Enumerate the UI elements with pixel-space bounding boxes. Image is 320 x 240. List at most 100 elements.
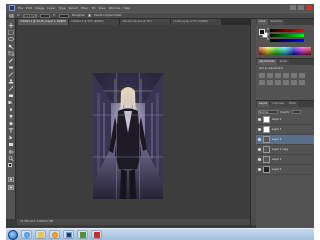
- menu-filter[interactable]: Filter: [81, 4, 88, 12]
- hand-tool-icon[interactable]: [8, 149, 14, 154]
- dodge-tool-icon[interactable]: [8, 114, 14, 119]
- pen-tool-icon[interactable]: [8, 121, 14, 126]
- clone-stamp-tool-icon[interactable]: [8, 79, 14, 84]
- document-canvas[interactable]: [93, 73, 163, 199]
- layer-name: Layer 2: [272, 138, 282, 141]
- delete-cropped-checkbox[interactable]: [88, 14, 92, 17]
- foreground-background-colors[interactable]: [8, 163, 15, 170]
- healing-brush-tool-icon[interactable]: [8, 65, 14, 70]
- exposure-icon[interactable]: [283, 73, 289, 78]
- levels-icon[interactable]: [267, 73, 273, 78]
- straighten-label[interactable]: Straighten: [72, 14, 85, 17]
- blur-tool-icon[interactable]: [8, 107, 14, 112]
- quick-select-tool-icon[interactable]: [8, 44, 14, 49]
- move-tool-icon[interactable]: [8, 23, 14, 28]
- color-balance-icon[interactable]: [259, 80, 265, 85]
- minimize-button[interactable]: [290, 5, 296, 10]
- brush-tool-icon[interactable]: [8, 72, 14, 77]
- layer-row[interactable]: Layer 4: [256, 115, 314, 125]
- vibrance-icon[interactable]: [291, 73, 297, 78]
- layer-thumbnail: [263, 126, 270, 133]
- visibility-eye-icon[interactable]: [258, 138, 261, 141]
- black-white-icon[interactable]: [267, 80, 273, 85]
- ratio-select[interactable]: 1 x 1 inches: [23, 13, 38, 18]
- hue-saturation-icon[interactable]: [299, 73, 305, 78]
- crop-tool-icon[interactable]: [8, 51, 14, 56]
- width-field[interactable]: [40, 13, 51, 18]
- layers-panel-tabs: Layers Channels Paths: [256, 101, 314, 107]
- history-brush-tool-icon[interactable]: [8, 86, 14, 91]
- menu-window[interactable]: Window: [109, 4, 121, 12]
- layer-row[interactable]: Layer 2: [256, 135, 314, 145]
- layer-row[interactable]: Layer 1: [256, 155, 314, 165]
- menu-view[interactable]: View: [98, 4, 105, 12]
- adjustments-panel: Add an adjustment: [256, 65, 314, 101]
- internet-explorer-icon: [23, 231, 30, 238]
- windows-start-button[interactable]: [8, 229, 18, 240]
- curves-icon[interactable]: [275, 73, 281, 78]
- taskbar-app-5[interactable]: [77, 230, 88, 239]
- shape-tool-icon[interactable]: [8, 142, 14, 147]
- layer-thumbnail: [263, 156, 270, 163]
- visibility-eye-icon[interactable]: [258, 118, 261, 121]
- green-slider[interactable]: [270, 34, 304, 37]
- menu-edit[interactable]: Edit: [26, 4, 32, 12]
- menu-file[interactable]: File: [18, 4, 23, 12]
- layer-name: Layer 3: [272, 128, 282, 131]
- eraser-tool-icon[interactable]: [8, 93, 14, 98]
- color-spectrum[interactable]: [259, 47, 311, 55]
- app-icon: [79, 231, 86, 238]
- brightness-contrast-icon[interactable]: [259, 73, 265, 78]
- channel-mixer-icon[interactable]: [283, 80, 289, 85]
- crop-tool-preset-icon[interactable]: [9, 13, 14, 18]
- visibility-eye-icon[interactable]: [258, 168, 261, 171]
- menu-type[interactable]: Type: [59, 4, 66, 12]
- layer-thumbnail: [263, 136, 270, 143]
- path-selection-tool-icon[interactable]: [8, 135, 14, 140]
- layer-row[interactable]: Layer 0: [256, 165, 314, 175]
- tab-paths[interactable]: Paths: [286, 101, 298, 107]
- color-panel-foreground-swatch[interactable]: [259, 29, 265, 35]
- gradient-tool-icon[interactable]: [8, 100, 14, 105]
- menu-image[interactable]: Image: [35, 4, 44, 12]
- screen-mode-icon[interactable]: [8, 185, 14, 190]
- lasso-tool-icon[interactable]: [8, 37, 14, 42]
- taskbar-photoshop[interactable]: [63, 230, 74, 239]
- taskbar-media-player[interactable]: [49, 230, 60, 239]
- blue-slider[interactable]: [270, 39, 304, 42]
- opacity-field[interactable]: [292, 110, 302, 114]
- taskbar-app-6[interactable]: [91, 230, 102, 239]
- marquee-tool-icon[interactable]: [8, 30, 14, 35]
- close-button[interactable]: [306, 5, 312, 10]
- layer-row[interactable]: Layer 3: [256, 125, 314, 135]
- eyedropper-tool-icon[interactable]: [8, 58, 14, 63]
- maximize-button[interactable]: [298, 5, 304, 10]
- type-tool-icon[interactable]: [8, 128, 14, 133]
- height-field[interactable]: [58, 13, 69, 18]
- quick-mask-icon[interactable]: [8, 177, 14, 182]
- zoom-tool-icon[interactable]: [8, 156, 14, 161]
- menu-help[interactable]: Help: [123, 4, 130, 12]
- invert-icon[interactable]: [299, 80, 305, 85]
- menu-select[interactable]: Select: [69, 4, 78, 12]
- canvas-area[interactable]: [17, 25, 250, 219]
- tab-channels[interactable]: Channels: [270, 101, 286, 107]
- slider-label-b: B: [267, 38, 269, 41]
- layer-thumbnail: [263, 146, 270, 153]
- media-player-icon: [51, 231, 58, 238]
- visibility-eye-icon[interactable]: [258, 148, 261, 151]
- photo-filter-icon[interactable]: [275, 80, 281, 85]
- foreground-color-swatch[interactable]: [8, 163, 12, 167]
- taskbar-file-explorer[interactable]: [35, 230, 46, 239]
- visibility-eye-icon[interactable]: [258, 128, 261, 131]
- visibility-eye-icon[interactable]: [258, 158, 261, 161]
- taskbar-internet-explorer[interactable]: [21, 230, 32, 239]
- layer-row[interactable]: Layer 1 copy: [256, 145, 314, 155]
- menu-3d[interactable]: 3D: [91, 4, 95, 12]
- adjustment-icons: [259, 73, 311, 85]
- red-slider[interactable]: [270, 29, 304, 32]
- color-lookup-icon[interactable]: [291, 80, 297, 85]
- blend-mode-select[interactable]: Normal: [258, 110, 278, 114]
- tab-layers[interactable]: Layers: [257, 101, 270, 107]
- menu-layer[interactable]: Layer: [47, 4, 55, 12]
